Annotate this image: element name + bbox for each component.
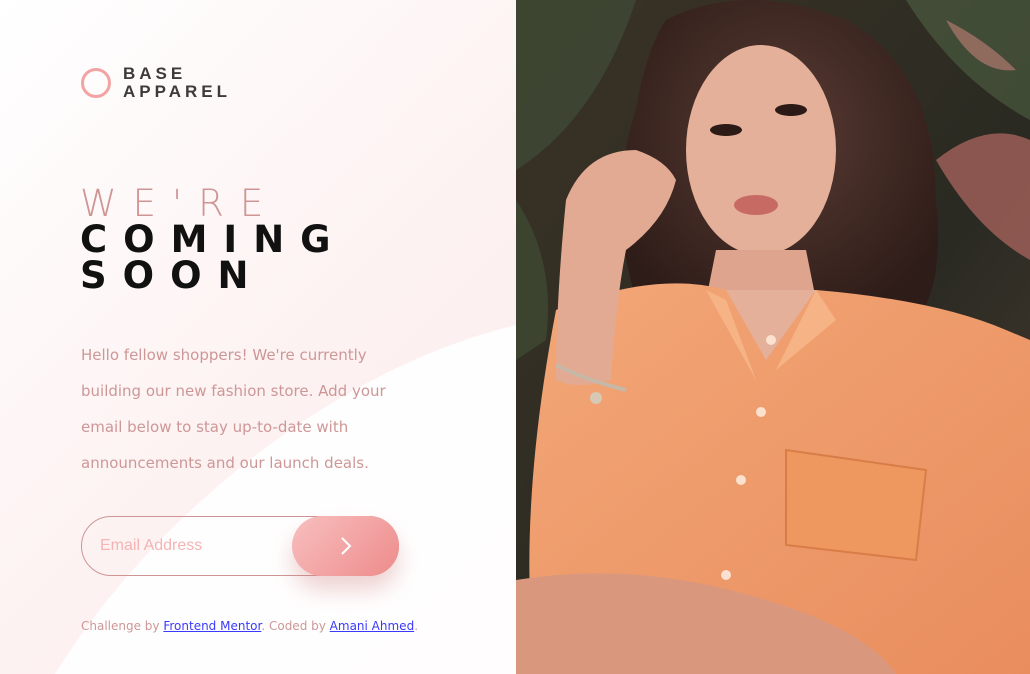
attribution-middle: . Coded by: [261, 619, 330, 633]
brand-logo[interactable]: BASE APPAREL: [81, 65, 231, 101]
attribution-prefix: Challenge by: [81, 619, 164, 633]
attribution-suffix: .: [414, 619, 419, 633]
brand-line-1: BASE: [123, 64, 187, 83]
left-panel: BASE APPAREL WE'RE COMING SOON Hello fel…: [0, 0, 516, 674]
headline-line-3: SOON: [80, 254, 265, 297]
hero-image: [516, 0, 1030, 674]
frontend-mentor-link[interactable]: Frontend Mentor: [163, 619, 261, 633]
attribution: Challenge by Frontend Mentor. Coded by A…: [81, 619, 418, 633]
page-headline: WE'RE COMING SOON: [80, 182, 347, 297]
intro-text: Hello fellow shoppers! We're currently b…: [81, 346, 386, 472]
headline-line-1: WE'RE: [80, 182, 280, 225]
chevron-right-icon: [340, 537, 351, 555]
author-link[interactable]: Amani Ahmed: [330, 619, 415, 633]
brand-name: BASE APPAREL: [123, 65, 231, 101]
headline-line-2: COMING: [80, 218, 347, 261]
brand-line-2: APPAREL: [123, 82, 231, 101]
hero-photo-illustration: [516, 0, 1030, 674]
subscribe-form: [81, 516, 399, 576]
submit-button[interactable]: [292, 516, 399, 576]
logo-circle-icon: [81, 68, 111, 98]
